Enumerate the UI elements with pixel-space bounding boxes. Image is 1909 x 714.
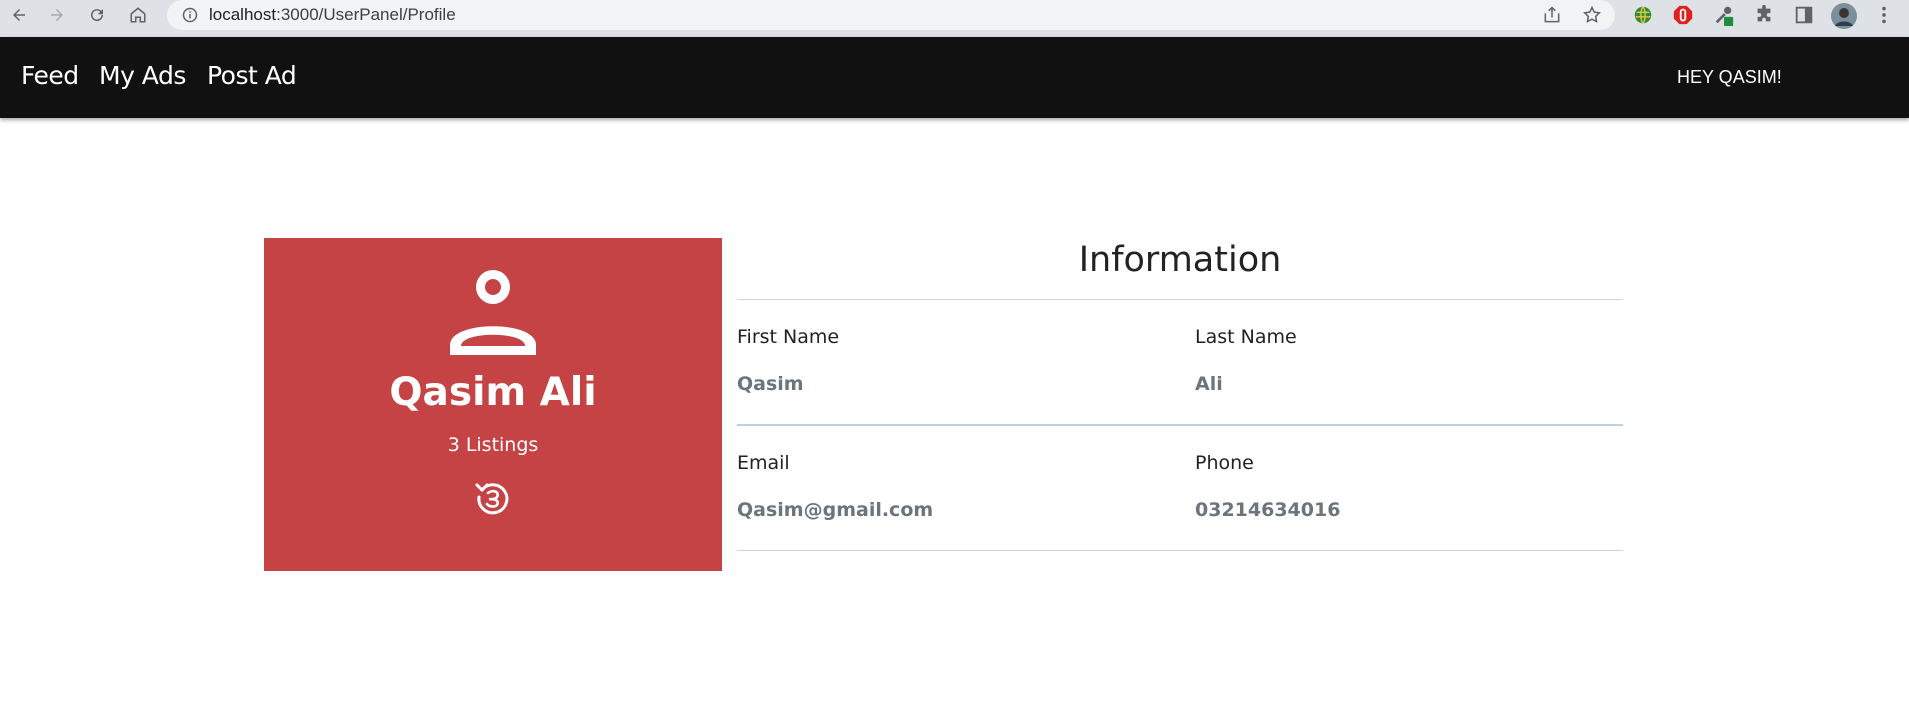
user-avatar-icon [450, 270, 536, 355]
phone-label: Phone [1195, 452, 1254, 474]
information-title: Information [1078, 240, 1282, 280]
side-panel-icon[interactable] [1793, 4, 1815, 26]
email-label: Email [737, 452, 790, 474]
menu-kebab-icon[interactable] [1873, 4, 1895, 26]
divider [737, 299, 1623, 300]
divider [737, 424, 1623, 426]
extension-adblock-icon[interactable] [1672, 4, 1694, 26]
reload-icon[interactable] [87, 5, 107, 25]
extension-eyedropper-icon[interactable] [1713, 4, 1735, 26]
last-name-label: Last Name [1195, 326, 1297, 348]
site-info-icon[interactable] [182, 7, 198, 23]
listings-count: 3 Listings [447, 434, 539, 456]
last-name-value: Ali [1195, 373, 1223, 395]
extension-globe-icon[interactable] [1632, 4, 1654, 26]
profile-avatar-icon[interactable] [1830, 2, 1858, 30]
first-name-label: First Name [737, 326, 840, 348]
app-navbar: Feed My Ads Post Ad HEY QASIM! [0, 37, 1909, 118]
profile-name: Qasim Ali [389, 370, 597, 415]
user-greeting: HEY QASIM! [1677, 67, 1782, 87]
nav-link-my-ads[interactable]: My Ads [99, 61, 186, 90]
forward-icon[interactable] [47, 5, 67, 25]
divider [737, 550, 1623, 551]
bookmark-star-icon[interactable] [1582, 5, 1602, 25]
nav-link-feed[interactable]: Feed [21, 61, 79, 90]
url-text: localhost:3000/UserPanel/Profile [209, 5, 456, 24]
share-icon[interactable] [1542, 5, 1562, 25]
extensions-puzzle-icon[interactable] [1753, 4, 1775, 26]
browser-toolbar: localhost:3000/UserPanel/Profile [0, 0, 1909, 37]
home-icon[interactable] [128, 5, 148, 25]
nav-link-post-ad[interactable]: Post Ad [207, 61, 297, 90]
phone-value: 03214634016 [1195, 499, 1341, 521]
first-name-value: Qasim [737, 373, 804, 395]
back-icon[interactable] [9, 5, 29, 25]
email-value: Qasim@gmail.com [737, 499, 934, 521]
profile-card: Qasim Ali 3 Listings [264, 238, 722, 571]
refresh-icon[interactable] [474, 478, 512, 516]
information-panel: Information First Name Qasim Last Name A… [737, 238, 1623, 558]
address-bar[interactable]: localhost:3000/UserPanel/Profile [167, 0, 1615, 30]
